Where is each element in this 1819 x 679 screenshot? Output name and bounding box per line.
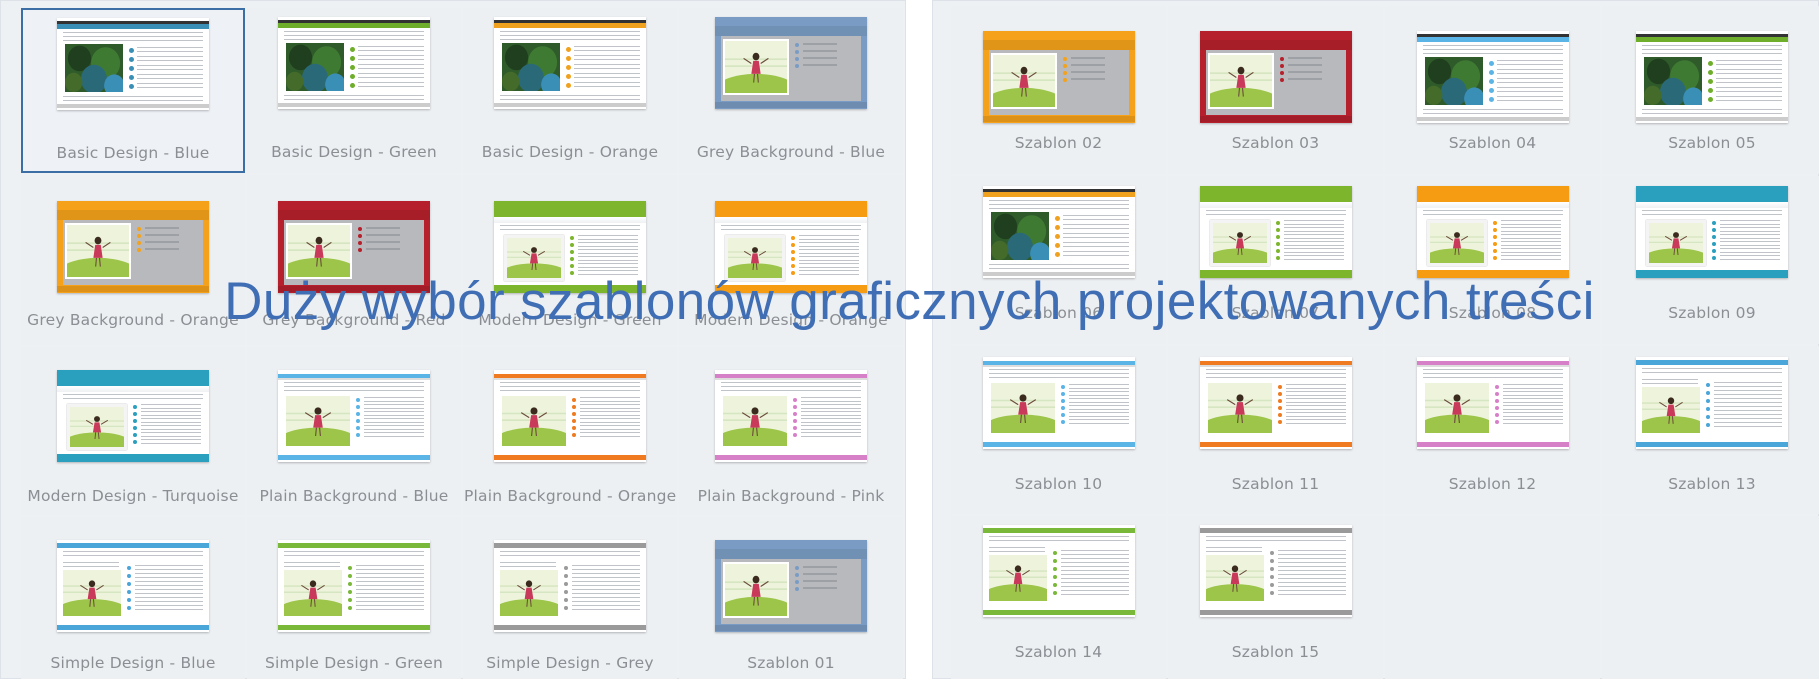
template-preview (57, 18, 209, 110)
template-preview (1416, 357, 1569, 449)
empty-tile (1602, 516, 1819, 679)
template-preview (278, 540, 430, 632)
template-label: Simple Design - Green (265, 654, 443, 672)
template-preview (57, 540, 209, 632)
template-tile[interactable]: Szablon 06 (951, 176, 1166, 344)
template-preview (494, 17, 646, 109)
template-preview (982, 525, 1135, 617)
template-preview (715, 540, 867, 632)
template-label: Plain Background - Orange (464, 487, 677, 505)
template-label: Szablon 10 (1014, 475, 1103, 493)
template-preview (494, 540, 646, 632)
template-preview (1199, 186, 1352, 278)
left-template-panel: Basic Design - Blue Basic Design - Green B… (0, 0, 906, 679)
empty-tile (1385, 516, 1600, 679)
template-preview (1199, 357, 1352, 449)
template-tile[interactable]: Modern Design - Orange (679, 175, 903, 345)
template-tile[interactable]: Szablon 03 (1168, 6, 1383, 174)
template-label: Szablon 13 (1668, 475, 1756, 493)
template-preview (715, 17, 867, 109)
template-tile[interactable]: Szablon 05 (1602, 6, 1819, 174)
template-preview (715, 370, 867, 462)
template-label: Basic Design - Green (271, 143, 437, 161)
template-label: Szablon 04 (1448, 134, 1537, 152)
template-preview (1416, 31, 1569, 123)
template-preview (1636, 31, 1788, 123)
template-label: Modern Design - Orange (694, 311, 888, 329)
template-preview (1636, 357, 1788, 449)
template-tile[interactable]: Szablon 12 (1385, 346, 1600, 514)
template-label: Simple Design - Grey (486, 654, 654, 672)
template-label: Szablon 12 (1448, 475, 1537, 493)
template-preview (982, 186, 1135, 278)
template-preview (278, 370, 430, 462)
template-tile[interactable]: Szablon 11 (1168, 346, 1383, 514)
template-preview (494, 201, 646, 293)
template-tile[interactable]: Plain Background - Orange (463, 347, 677, 515)
template-tile[interactable]: Szablon 04 (1385, 6, 1600, 174)
left-template-grid: Basic Design - Blue Basic Design - Green B… (21, 8, 903, 679)
template-label: Szablon 03 (1231, 134, 1320, 152)
template-label: Szablon 09 (1668, 304, 1756, 322)
template-tile[interactable]: Szablon 10 (951, 346, 1166, 514)
template-preview (1199, 525, 1352, 617)
template-tile[interactable]: Basic Design - Orange (463, 8, 677, 173)
template-label: Szablon 07 (1231, 304, 1320, 322)
template-tile[interactable]: Plain Background - Pink (679, 347, 903, 515)
template-tile[interactable]: Modern Design - Green (463, 175, 677, 345)
template-tile[interactable]: Grey Background - Red (247, 175, 461, 345)
template-preview (1199, 31, 1352, 123)
template-tile[interactable]: Simple Design - Grey (463, 517, 677, 679)
template-label: Szablon 14 (1014, 643, 1103, 661)
template-label: Szablon 05 (1668, 134, 1756, 152)
template-label: Szablon 11 (1231, 475, 1320, 493)
template-label: Grey Background - Red (262, 311, 446, 329)
template-label: Modern Design - Turquoise (27, 487, 239, 505)
template-label: Grey Background - Orange (27, 311, 239, 329)
template-tile[interactable]: Plain Background - Blue (247, 347, 461, 515)
template-label: Szablon 06 (1014, 304, 1103, 322)
template-tile[interactable]: Szablon 09 (1602, 176, 1819, 344)
template-preview (494, 370, 646, 462)
right-template-grid: Szablon 02 Szablon 03 Szablon 04 Szablon 05… (951, 6, 1819, 679)
template-preview (57, 370, 209, 462)
template-tile[interactable]: Simple Design - Green (247, 517, 461, 679)
template-preview (1416, 186, 1569, 278)
template-label: Grey Background - Blue (696, 143, 886, 161)
template-preview (715, 201, 867, 293)
template-label: Szablon 02 (1014, 134, 1103, 152)
template-label: Basic Design - Blue (56, 144, 210, 162)
template-tile[interactable]: Szablon 15 (1168, 516, 1383, 679)
right-template-panel: Szablon 02 Szablon 03 Szablon 04 Szablon 05… (932, 0, 1819, 679)
template-label: Modern Design - Green (478, 311, 662, 329)
template-label: Plain Background - Blue (259, 487, 449, 505)
template-tile[interactable]: Grey Background - Blue (679, 8, 903, 173)
template-tile[interactable]: Szablon 13 (1602, 346, 1819, 514)
template-tile[interactable]: Basic Design - Green (247, 8, 461, 173)
template-label: Szablon 15 (1231, 643, 1320, 661)
template-label: Basic Design - Orange (481, 143, 659, 161)
template-preview (982, 357, 1135, 449)
template-label: Simple Design - Blue (50, 654, 216, 672)
template-tile[interactable]: Szablon 14 (951, 516, 1166, 679)
template-tile[interactable]: Szablon 08 (1385, 176, 1600, 344)
template-tile[interactable]: Basic Design - Blue (21, 8, 245, 173)
template-tile[interactable]: Simple Design - Blue (21, 517, 245, 679)
template-tile[interactable]: Grey Background - Orange (21, 175, 245, 345)
template-preview (982, 31, 1135, 123)
template-tile[interactable]: Modern Design - Turquoise (21, 347, 245, 515)
template-tile[interactable]: Szablon 01 (679, 517, 903, 679)
template-preview (57, 201, 209, 293)
template-preview (278, 201, 430, 293)
template-label: Plain Background - Pink (697, 487, 885, 505)
template-tile[interactable]: Szablon 07 (1168, 176, 1383, 344)
template-gallery: Basic Design - Blue Basic Design - Green B… (0, 0, 1819, 679)
template-label: Szablon 08 (1448, 304, 1537, 322)
template-tile[interactable]: Szablon 02 (951, 6, 1166, 174)
template-label: Szablon 01 (747, 654, 835, 672)
template-preview (278, 17, 430, 109)
template-preview (1636, 186, 1788, 278)
